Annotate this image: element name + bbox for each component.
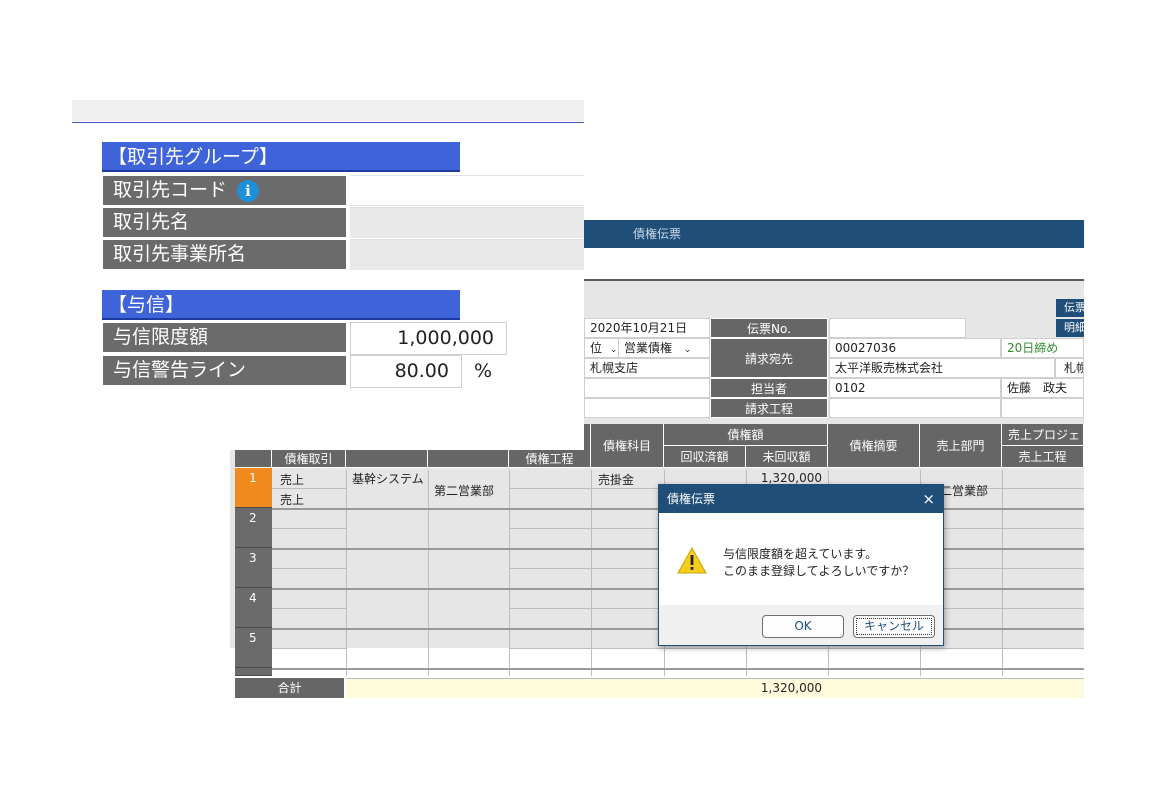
- empty-field[interactable]: [584, 378, 710, 398]
- total-row: [346, 678, 1084, 698]
- credit-section-header: 【与信】: [102, 290, 460, 320]
- dialog-body: 与信限度額を超えています。 このまま登録してよろしいですか？: [659, 513, 943, 605]
- person-name: 佐藤 政夫: [1001, 378, 1084, 398]
- warning-line-unit: %: [474, 360, 493, 382]
- grid-col-line: [509, 470, 510, 676]
- empty-field[interactable]: [1001, 398, 1084, 418]
- billing-closing: 20日締め: [1001, 338, 1084, 358]
- cell-transaction[interactable]: 売上: [280, 491, 304, 508]
- row-number[interactable]: 5: [235, 628, 272, 668]
- cell-account[interactable]: 売掛金: [598, 471, 634, 488]
- row-number[interactable]: 1: [235, 468, 272, 508]
- credit-limit-label: 与信限度額: [102, 322, 347, 353]
- row-number[interactable]: 4: [235, 588, 272, 628]
- billing-extra: 札幌: [1055, 358, 1084, 378]
- grid-col-line: [591, 470, 592, 676]
- customer-code-label: 取引先コード i: [102, 175, 347, 206]
- dialog-message-line2: このまま登録してよろしいですか？: [723, 564, 915, 578]
- voucher-button[interactable]: 伝票: [1056, 299, 1084, 317]
- voucher-no-field[interactable]: [829, 318, 966, 338]
- person-code-field[interactable]: 0102: [829, 378, 1001, 398]
- grid-col-line: [1002, 470, 1003, 676]
- office-name-field: [350, 239, 584, 270]
- dialog-footer: OK キャンセル: [659, 605, 943, 645]
- customer-code-label-text: 取引先コード: [113, 179, 228, 201]
- customer-group-section-header: 【取引先グループ】: [102, 142, 460, 172]
- cell-transaction[interactable]: 売上: [280, 471, 304, 488]
- grid-subline: [272, 528, 346, 529]
- grid-col-line: [428, 470, 429, 676]
- dialog-title: 債権伝票: [659, 485, 943, 513]
- billing-process-label: 請求工程: [710, 398, 828, 418]
- row-number[interactable]: 3: [235, 548, 272, 588]
- panel-top-strip: [72, 100, 584, 123]
- grid-row-line: [272, 668, 1084, 670]
- row-number[interactable]: 2: [235, 508, 272, 548]
- customer-code-field[interactable]: [350, 175, 584, 206]
- warning-line-field[interactable]: 80.00: [350, 355, 462, 388]
- grid-header-uncollected: 未回収額: [746, 446, 828, 468]
- info-icon[interactable]: i: [237, 179, 260, 202]
- type-select[interactable]: 営業債権 ⌄: [618, 338, 710, 358]
- grid-subline: [272, 608, 346, 609]
- branch-field[interactable]: 札幌支店: [584, 358, 710, 378]
- customer-info-panel: 【取引先グループ】 取引先コード i 取引先名 取引先事業所名 【与信】 与信限…: [72, 100, 584, 450]
- billing-code-field[interactable]: 00027036: [829, 338, 1001, 358]
- dialog-message-line1: 与信限度額を超えています。: [723, 547, 878, 561]
- total-uncollected: 1,320,000: [760, 681, 822, 695]
- detail-button[interactable]: 明細: [1056, 319, 1084, 337]
- credit-warning-dialog: 債権伝票 × 与信限度額を超えています。 このまま登録してよろしいですか？ OK…: [658, 484, 944, 646]
- customer-name-label: 取引先名: [102, 207, 347, 238]
- type-select-value: 営業債権: [624, 341, 673, 355]
- person-label: 担当者: [710, 378, 828, 398]
- office-name-label: 取引先事業所名: [102, 239, 347, 270]
- billing-name-field[interactable]: 太平洋販売株式会社: [829, 358, 1055, 378]
- grid-col-line: [346, 470, 347, 676]
- ok-button[interactable]: OK: [762, 615, 844, 638]
- total-label: 合計: [235, 678, 344, 698]
- grid-subline: [272, 488, 346, 489]
- credit-limit-field[interactable]: 1,000,000: [350, 322, 507, 355]
- cell-project[interactable]: 基幹システム: [352, 471, 424, 487]
- customer-name-field: [350, 207, 584, 238]
- unit-select[interactable]: 位 ⌄: [584, 338, 618, 358]
- billing-to-label: 請求宛先: [710, 338, 828, 378]
- grid-header-collected: 回収済額: [664, 446, 746, 468]
- grid-header-summary: 債権摘要: [828, 424, 920, 468]
- grid-subline: [272, 648, 346, 649]
- unit-label: 位: [590, 341, 603, 355]
- grid-subline: [509, 648, 1084, 649]
- row-number: [235, 668, 272, 676]
- detail-grid: 行 債権取引 取引内容 債権部門 債権工程 債権科目 債権額 回収済額 未回収額…: [230, 424, 1084, 698]
- cell-uncollected[interactable]: 1,320,000: [746, 471, 822, 485]
- close-icon[interactable]: ×: [922, 485, 935, 513]
- grid-header-amount: 債権額: [664, 424, 828, 446]
- empty-field[interactable]: [584, 398, 710, 418]
- voucher-date[interactable]: 2020年10月21日: [584, 318, 710, 338]
- cell-department[interactable]: 第二営業部: [434, 482, 494, 499]
- chevron-down-icon[interactable]: ⌄: [684, 345, 692, 355]
- chevron-down-icon[interactable]: ⌄: [610, 345, 618, 355]
- grid-header-account: 債権科目: [591, 424, 664, 468]
- grid-header-sales-project: 売上プロジェ: [1002, 424, 1084, 446]
- grid-header-sales-dept: 売上部門: [920, 424, 1002, 468]
- warning-line-label: 与信警告ライン: [102, 355, 347, 386]
- warning-icon: [677, 547, 707, 574]
- grid-header-sales-process: 売上工程: [1002, 446, 1084, 468]
- cancel-button[interactable]: キャンセル: [853, 615, 935, 638]
- billing-process-field[interactable]: [829, 398, 1001, 418]
- voucher-no-label: 伝票No.: [710, 318, 828, 338]
- grid-subline: [272, 568, 346, 569]
